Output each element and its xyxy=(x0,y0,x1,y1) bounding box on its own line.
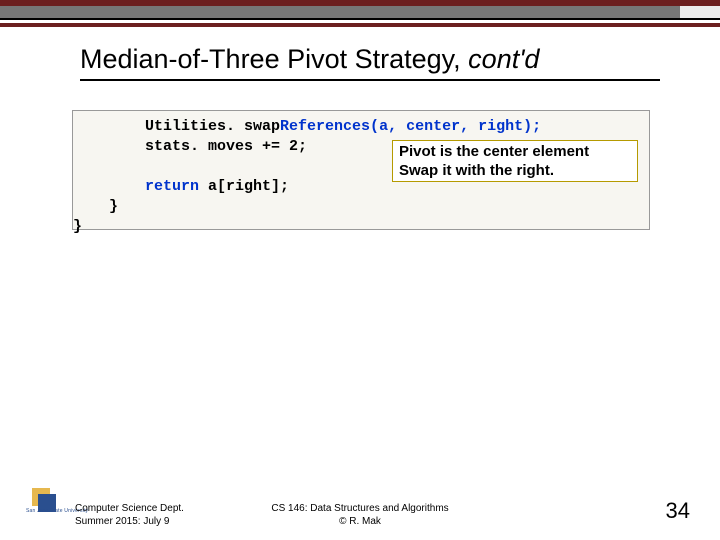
code-line-5: } xyxy=(73,198,118,215)
code-line-1a: Utilities. swap xyxy=(73,118,280,135)
second-maroon-band xyxy=(0,23,720,27)
footer: San Jose State University Computer Scien… xyxy=(0,488,720,528)
slide-title: Median-of-Three Pivot Strategy, cont'd xyxy=(80,44,660,81)
code-line-4b: return xyxy=(145,178,199,195)
annotation-line-2: Swap it with the right. xyxy=(399,161,631,180)
code-line-6: } xyxy=(73,218,82,235)
top-gray-band xyxy=(0,6,720,20)
code-line-4c: a[right]; xyxy=(199,178,289,195)
footer-center: CS 146: Data Structures and Algorithms ©… xyxy=(0,502,720,528)
footer-course: CS 146: Data Structures and Algorithms xyxy=(0,502,720,515)
title-main: Median-of-Three Pivot Strategy, xyxy=(80,44,468,74)
top-right-notch xyxy=(680,6,720,18)
footer-copyright: © R. Mak xyxy=(0,515,720,528)
code-line-1b: References(a, center, right); xyxy=(280,118,541,135)
page-number: 34 xyxy=(666,498,690,524)
title-italic: cont'd xyxy=(468,44,539,74)
code-line-2: stats. moves += 2; xyxy=(73,138,307,155)
annotation-box: Pivot is the center element Swap it with… xyxy=(392,140,638,182)
code-line-4a xyxy=(73,178,145,195)
annotation-line-1: Pivot is the center element xyxy=(399,142,631,161)
